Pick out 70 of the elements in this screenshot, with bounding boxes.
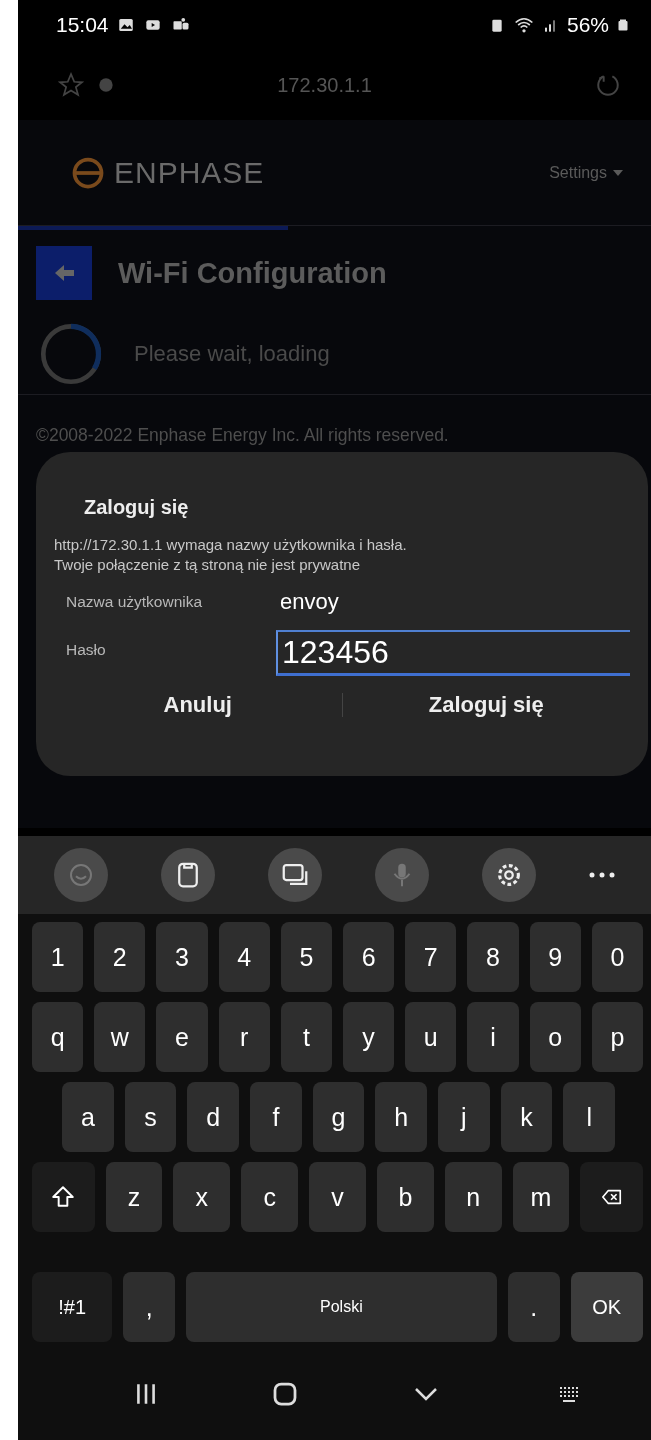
back-button[interactable] — [36, 246, 92, 300]
key[interactable]: q — [32, 1002, 84, 1072]
voice-button[interactable] — [374, 848, 429, 902]
dialog-button[interactable]: Anuluj — [54, 684, 342, 726]
key[interactable]: z — [105, 1162, 163, 1232]
key[interactable]: a — [62, 1082, 114, 1152]
key[interactable]: l — [563, 1082, 616, 1152]
key[interactable]: d — [187, 1082, 239, 1152]
dialog-title: Zaloguj się — [84, 496, 190, 519]
page-title: Wi-Fi Configuration — [118, 256, 387, 290]
input-field[interactable]: envoy — [276, 582, 630, 622]
key[interactable]: 0 — [591, 922, 644, 992]
key[interactable]: p — [591, 1002, 644, 1072]
shift-key[interactable] — [32, 1162, 95, 1232]
key[interactable]: o — [529, 1002, 581, 1072]
key[interactable]: j — [438, 1082, 490, 1152]
key[interactable]: h — [375, 1082, 428, 1152]
key[interactable]: !#1 — [32, 1272, 113, 1342]
key[interactable]: . — [507, 1272, 560, 1342]
key[interactable]: t — [280, 1002, 332, 1072]
key[interactable]: y — [343, 1002, 395, 1072]
key[interactable]: f — [250, 1082, 302, 1152]
key[interactable]: c — [241, 1162, 299, 1232]
key[interactable]: 1 — [32, 922, 84, 992]
field-label: Hasło — [65, 641, 107, 659]
key[interactable]: 2 — [94, 922, 146, 992]
field-label: Nazwa użytkownika — [65, 593, 204, 611]
key[interactable]: v — [309, 1162, 366, 1232]
key[interactable]: s — [124, 1082, 177, 1152]
emoji-button[interactable] — [54, 848, 109, 902]
clipboard-button[interactable] — [161, 848, 216, 902]
key[interactable]: OK — [570, 1272, 643, 1342]
key[interactable]: g — [312, 1082, 365, 1152]
star-icon — [58, 72, 84, 98]
keyboard-mode-button[interactable] — [268, 848, 323, 902]
key[interactable]: 7 — [405, 922, 457, 992]
key[interactable]: k — [500, 1082, 553, 1152]
battery-percentage: 56% — [566, 13, 609, 37]
key[interactable]: x — [173, 1162, 231, 1232]
key[interactable]: r — [218, 1002, 270, 1072]
key[interactable]: 5 — [280, 922, 332, 992]
info-icon — [98, 77, 114, 93]
backspace-key[interactable] — [580, 1162, 643, 1232]
dialog-button[interactable]: Zaloguj się — [342, 684, 630, 726]
key[interactable]: b — [376, 1162, 434, 1232]
more-button[interactable] — [588, 871, 615, 879]
key[interactable]: m — [512, 1162, 570, 1232]
shift-icon — [50, 1184, 77, 1210]
copyright-text: ©2008-2022 Enphase Energy Inc. All rights reserved. — [35, 424, 450, 446]
input-field[interactable]: 123456 — [276, 630, 630, 676]
caret-icon — [611, 167, 625, 178]
key[interactable]: , — [123, 1272, 176, 1342]
key[interactable]: 9 — [529, 922, 581, 992]
key[interactable]: 4 — [218, 922, 270, 992]
key[interactable]: n — [444, 1162, 502, 1232]
more-icon — [588, 871, 615, 879]
settings-button[interactable] — [481, 848, 536, 902]
key[interactable]: Polski — [186, 1272, 497, 1342]
clock: 15:04 — [56, 13, 109, 37]
key[interactable]: e — [156, 1002, 208, 1072]
logo-text: ENPHASE — [114, 155, 265, 190]
key[interactable]: 8 — [467, 922, 519, 992]
key[interactable]: w — [94, 1002, 146, 1072]
key[interactable]: 6 — [343, 922, 395, 992]
loading-text: Please wait, loading — [134, 341, 330, 367]
dialog-message: http://172.30.1.1 wymaga nazwy użytkownika i hasła. Twoje połączenie z tą stroną nie jest prywatne — [54, 535, 408, 574]
key[interactable]: i — [467, 1002, 519, 1072]
key[interactable]: u — [405, 1002, 457, 1072]
gallery-icon — [116, 16, 135, 34]
key[interactable]: 3 — [156, 922, 208, 992]
